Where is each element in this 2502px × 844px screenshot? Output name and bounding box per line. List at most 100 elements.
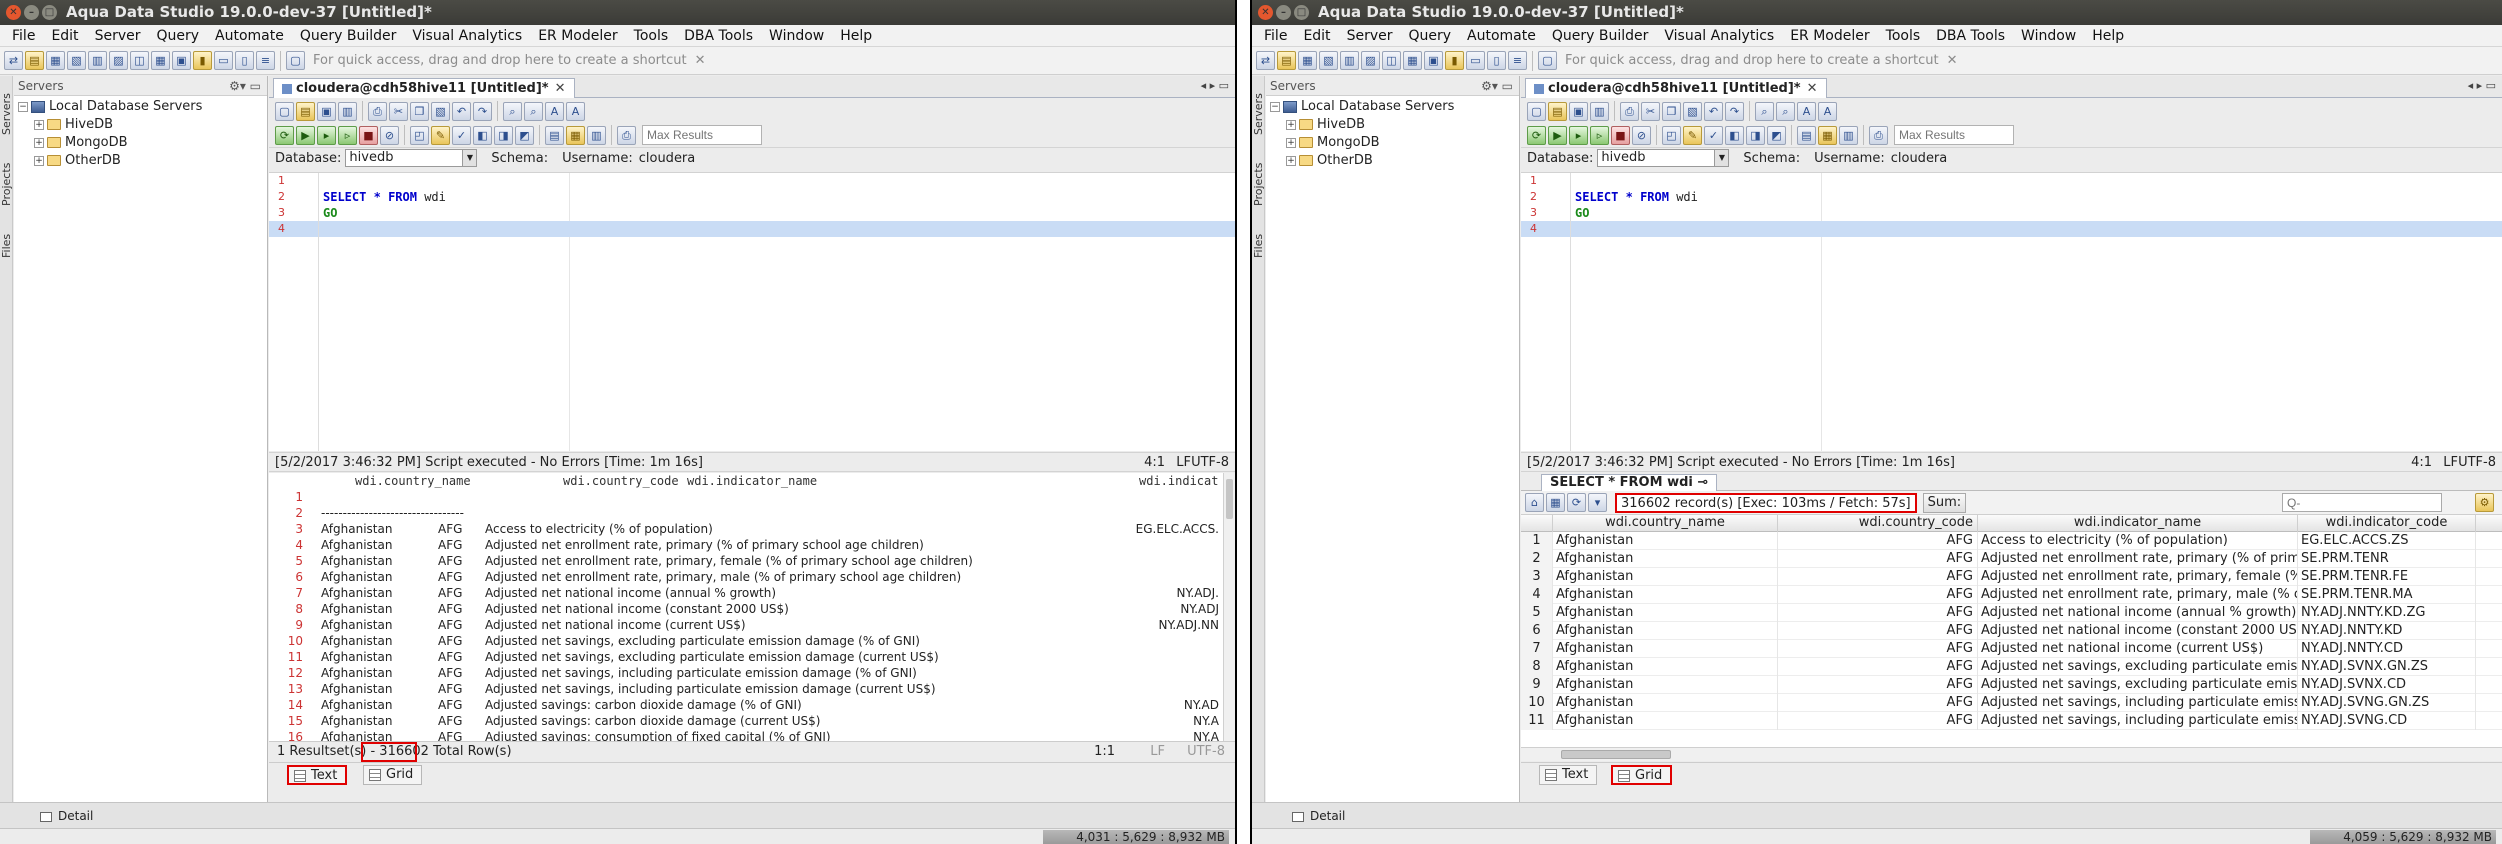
row-number[interactable]: 2 bbox=[1521, 550, 1553, 568]
table-row[interactable]: 9 Afghanistan AFG Adjusted net savings, exc… bbox=[1521, 676, 2502, 694]
menu-server[interactable]: Server bbox=[87, 28, 149, 44]
schema-icon[interactable]: ▨ bbox=[1361, 51, 1380, 70]
cell-country-code[interactable]: AFG bbox=[1778, 532, 1978, 550]
format-icon[interactable]: ✎ bbox=[1683, 125, 1702, 145]
row-number[interactable]: 5 bbox=[1521, 604, 1553, 622]
dock-tab-projects[interactable]: Projects bbox=[1252, 154, 1265, 214]
cell-country-code[interactable]: AFG bbox=[1778, 694, 1978, 712]
header-country-name[interactable]: wdi.country_name bbox=[1553, 515, 1778, 532]
cell-indicator-name[interactable]: Adjusted net savings, excluding particul… bbox=[1978, 658, 2298, 676]
cell-country-code[interactable]: AFG bbox=[1778, 676, 1978, 694]
undo-icon[interactable]: ↶ bbox=[452, 101, 471, 121]
row-number[interactable]: 9 bbox=[1521, 676, 1553, 694]
execute-icon[interactable]: ⟳ bbox=[275, 125, 294, 145]
compare-icon[interactable]: ◫ bbox=[1382, 51, 1401, 70]
cell-country-name[interactable]: Afghanistan bbox=[1553, 550, 1778, 568]
query-analyzer-icon[interactable]: ▧ bbox=[67, 51, 86, 70]
header-indicator-code[interactable]: wdi.indicator_code bbox=[2298, 515, 2476, 532]
grid-results[interactable]: SELECT * FROM wdi ⊸ ⌂ ▦ ⟳ ▾ 316602 recor… bbox=[1521, 473, 2502, 761]
row-number[interactable]: 3 bbox=[1521, 568, 1553, 586]
redo-icon[interactable]: ↷ bbox=[473, 101, 492, 121]
cell-indicator-code[interactable]: NY.ADJ.SVNX.CD bbox=[2298, 676, 2476, 694]
cell-country-name[interactable]: Afghanistan bbox=[1553, 676, 1778, 694]
cell-country-name[interactable]: Afghanistan bbox=[1553, 658, 1778, 676]
print-icon[interactable]: ⎙ bbox=[368, 101, 387, 121]
grid-icon[interactable]: ▦ bbox=[151, 51, 170, 70]
grid-icon[interactable]: ▦ bbox=[1403, 51, 1422, 70]
layout-icon[interactable]: ▣ bbox=[172, 51, 191, 70]
table-row[interactable]: 3 Afghanistan AFG Adjusted net enrollment r… bbox=[1521, 568, 2502, 586]
cell-country-code[interactable]: AFG bbox=[1778, 586, 1978, 604]
menu-automate[interactable]: Automate bbox=[207, 28, 292, 44]
close-hint-icon[interactable]: ✕ bbox=[1947, 53, 1958, 68]
row-number[interactable]: 8 bbox=[1521, 658, 1553, 676]
save-icon[interactable]: ▣ bbox=[317, 101, 336, 121]
memory-indicator[interactable]: 4,031 : 5,629 : 8,932 MB bbox=[1043, 830, 1229, 844]
cell-country-name[interactable]: Afghanistan bbox=[1553, 532, 1778, 550]
result-tab[interactable]: SELECT * FROM wdi ⊸ bbox=[1541, 474, 1718, 491]
cell-indicator-code[interactable]: SE.PRM.TENR bbox=[2298, 550, 2476, 568]
sql-editor[interactable]: 1 2 3 4 SELECT * FROM wdi GO bbox=[1521, 172, 2502, 451]
font-increase-icon[interactable]: A bbox=[566, 101, 585, 121]
folder-icon[interactable]: ▤ bbox=[1277, 51, 1296, 70]
find-icon[interactable]: ⌕ bbox=[1755, 101, 1774, 121]
connect-icon[interactable]: ⇄ bbox=[1256, 51, 1275, 70]
cell-indicator-name[interactable]: Adjusted net enrollment rate, primary, m… bbox=[1978, 586, 2298, 604]
cell-country-name[interactable]: Afghanistan bbox=[1553, 712, 1778, 730]
maximize-icon[interactable]: □ bbox=[1294, 5, 1309, 20]
paste-icon[interactable]: ▧ bbox=[1683, 101, 1702, 121]
monitor-icon[interactable]: ▭ bbox=[1466, 51, 1485, 70]
tree-root[interactable]: − Local Database Servers bbox=[1270, 98, 1519, 116]
layout-icon[interactable]: ▣ bbox=[1424, 51, 1443, 70]
cell-country-code[interactable]: AFG bbox=[1778, 712, 1978, 730]
query-analyzer-icon[interactable]: ▧ bbox=[1319, 51, 1338, 70]
stop-icon[interactable]: ■ bbox=[359, 125, 378, 145]
cancel-icon[interactable]: ⊘ bbox=[380, 125, 399, 145]
cell-country-code[interactable]: AFG bbox=[1778, 622, 1978, 640]
save-icon[interactable]: ▣ bbox=[1569, 101, 1588, 121]
menu-er-modeler[interactable]: ER Modeler bbox=[1782, 28, 1877, 44]
minimize-icon[interactable]: – bbox=[24, 5, 39, 20]
menu-tools[interactable]: Tools bbox=[626, 28, 677, 44]
cell-country-code[interactable]: AFG bbox=[1778, 550, 1978, 568]
stop-icon[interactable]: ■ bbox=[1611, 125, 1630, 145]
text-results-icon[interactable]: ▤ bbox=[545, 125, 564, 145]
folder-icon[interactable]: ▤ bbox=[25, 51, 44, 70]
row-number[interactable]: 11 bbox=[1521, 712, 1553, 730]
minimize-icon[interactable]: – bbox=[1276, 5, 1291, 20]
sql-editor[interactable]: 1 2 3 4 SELECT * FROM wdi GO bbox=[269, 172, 1235, 451]
menu-file[interactable]: File bbox=[1256, 28, 1295, 44]
collapse-icon[interactable]: − bbox=[1270, 101, 1280, 112]
results-scrollbar[interactable] bbox=[1223, 473, 1235, 741]
cell-indicator-name[interactable]: Adjusted net enrollment rate, primary, f… bbox=[1978, 568, 2298, 586]
font-decrease-icon[interactable]: A bbox=[1797, 101, 1816, 121]
run-selection-icon[interactable]: ▹ bbox=[338, 125, 357, 145]
editor-tab[interactable]: cloudera@cdh58hive11 [Untitled]* ✕ bbox=[1525, 78, 1827, 98]
maximize-icon[interactable]: □ bbox=[42, 5, 57, 20]
explain-icon[interactable]: ◰ bbox=[410, 125, 429, 145]
table-row[interactable]: 6 Afghanistan AFG Adjusted net national inc… bbox=[1521, 622, 2502, 640]
close-icon[interactable]: ✕ bbox=[1258, 5, 1273, 20]
cell-indicator-code[interactable]: NY.ADJ.SVNG.CD bbox=[2298, 712, 2476, 730]
cell-indicator-name[interactable]: Adjusted net national income (annual % g… bbox=[1978, 604, 2298, 622]
cell-indicator-code[interactable]: EG.ELC.ACCS.ZS bbox=[2298, 532, 2476, 550]
cell-indicator-code[interactable]: NY.ADJ.NNTY.CD bbox=[2298, 640, 2476, 658]
explain-icon[interactable]: ◰ bbox=[1662, 125, 1681, 145]
connect-icon[interactable]: ⇄ bbox=[4, 51, 23, 70]
tree-item-otherdb[interactable]: + OtherDB bbox=[1270, 152, 1519, 170]
close-tab-icon[interactable]: ✕ bbox=[555, 81, 566, 96]
panel-menu-icon[interactable]: ⚙▾ ▭ bbox=[229, 76, 261, 96]
run-step-icon[interactable]: ▸ bbox=[317, 125, 336, 145]
dock-tab-files[interactable]: Files bbox=[0, 226, 13, 266]
results-option-icon[interactable]: ▥ bbox=[1839, 125, 1858, 145]
sum-button[interactable]: Sum: bbox=[1922, 492, 1967, 513]
scrollbar-thumb[interactable] bbox=[1561, 750, 1671, 759]
cut-icon[interactable]: ✂ bbox=[1641, 101, 1660, 121]
chart-icon[interactable]: ▮ bbox=[193, 51, 212, 70]
copy-icon[interactable]: ❐ bbox=[1662, 101, 1681, 121]
row-number[interactable]: 7 bbox=[1521, 640, 1553, 658]
tab-nav-icon[interactable]: ◂ ▸ ▭ bbox=[1201, 79, 1229, 92]
dropdown-icon[interactable]: ▾ bbox=[1588, 493, 1607, 512]
document-icon[interactable]: ▢ bbox=[286, 51, 305, 70]
save-as-icon[interactable]: ▥ bbox=[1590, 101, 1609, 121]
